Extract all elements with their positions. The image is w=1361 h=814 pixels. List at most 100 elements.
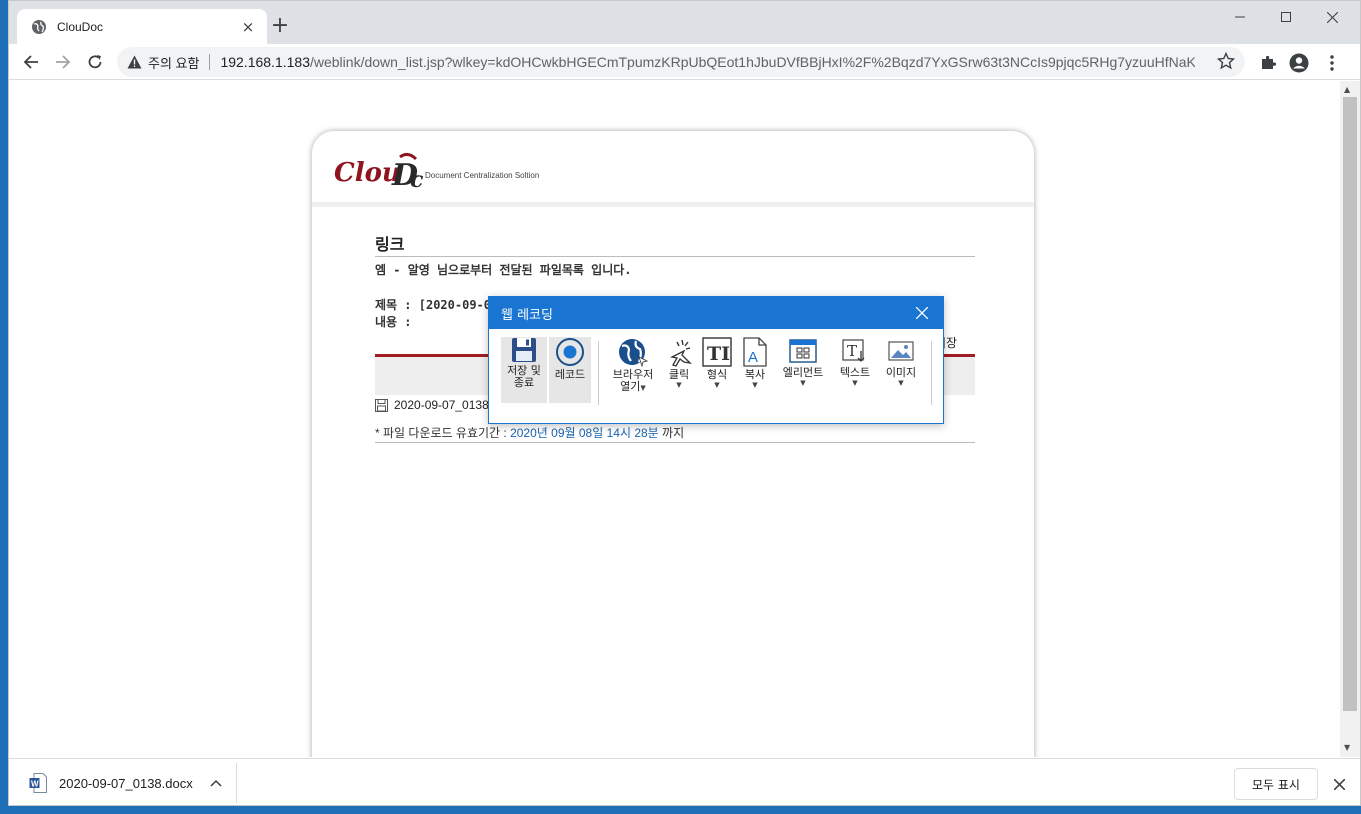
tab-cloudoc[interactable]: ClouDoc × <box>17 9 267 44</box>
click-action-button[interactable]: 클릭 ▼ <box>661 337 697 403</box>
vertical-scrollbar[interactable]: ▲ ▼ <box>1340 81 1360 757</box>
puzzle-icon <box>1262 55 1277 69</box>
minimize-button[interactable] <box>1217 5 1263 29</box>
chevron-down-icon: ▼ <box>714 381 720 389</box>
save-and-exit-label-2: 종료 <box>513 376 535 389</box>
copy-action-button[interactable]: A 복사 ▼ <box>737 337 773 403</box>
click-icon <box>670 339 692 367</box>
expiry-suffix: 까지 <box>658 426 685 440</box>
element-icon <box>789 339 817 363</box>
recorder-title: 웹 레코딩 <box>501 307 553 323</box>
forward-button[interactable] <box>50 49 76 75</box>
toolbar-separator <box>598 341 599 405</box>
word-document-icon: W <box>29 773 47 793</box>
image-action-button[interactable]: 이미지 ▼ <box>881 337 921 403</box>
tab-close-icon[interactable]: × <box>239 18 257 36</box>
text-action-button[interactable]: T 텍스트 ▼ <box>835 337 875 403</box>
expiry-notice: * 파일 다운로드 유효기간 : 2020년 09월 08일 14시 28분 까… <box>375 424 975 443</box>
url-path: /weblink/down_list.jsp?wlkey=kdOHCwkbHGE… <box>309 54 1196 70</box>
download-file-name[interactable]: 2020-09-07_0138.docx <box>59 776 210 791</box>
copy-icon: A <box>743 337 767 367</box>
cloudoc-logo: Clou D c <box>334 152 424 193</box>
svg-text:W: W <box>31 780 39 789</box>
chevron-down-icon: ▼ <box>800 379 806 387</box>
chevron-down-icon: ▼ <box>852 379 858 387</box>
browser-toolbar: 주의 요함 192.168.1.183/weblink/down_list.js… <box>9 44 1360 80</box>
show-all-downloads-button[interactable]: 모두 표시 <box>1234 768 1318 800</box>
security-warning-label[interactable]: 주의 요함 <box>148 53 199 72</box>
scroll-down-icon[interactable]: ▼ <box>1344 743 1350 752</box>
record-label: 레코드 <box>554 368 586 381</box>
reload-icon <box>88 55 102 69</box>
scroll-up-icon[interactable]: ▲ <box>1344 85 1350 94</box>
svg-text:T: T <box>847 342 857 360</box>
save-and-exit-button[interactable]: 저장 및 종료 <box>501 337 547 403</box>
svg-text:c: c <box>410 167 424 193</box>
tab-strip: ClouDoc × + <box>9 1 1360 44</box>
new-tab-button[interactable]: + <box>267 14 293 40</box>
expiry-date: 2020년 09월 08일 14시 28분 <box>510 426 659 440</box>
chevron-down-icon: ▼ <box>752 381 758 389</box>
extensions-button[interactable] <box>1256 51 1280 75</box>
floppy-disk-icon <box>512 338 536 362</box>
file-row[interactable]: 2020-09-07_0138. <box>375 398 492 412</box>
recorder-toolbar: 저장 및 종료 레코드 브라우저 열기▼ 클릭 ▼ TI 형식 ▼ A 복사 ▼ <box>489 329 943 423</box>
chevron-down-icon: ▼ <box>676 381 682 389</box>
maximize-icon <box>1281 12 1291 22</box>
web-recording-dialog: 웹 레코딩 저장 및 종료 레코드 브라우저 열기▼ 클릭 ▼ TI 형식 ▼ <box>488 296 944 424</box>
maximize-button[interactable] <box>1263 5 1309 29</box>
format-action-button[interactable]: TI 형식 ▼ <box>699 337 735 403</box>
url-text[interactable]: 192.168.1.183/weblink/down_list.jsp?wlke… <box>220 54 1195 70</box>
close-icon <box>916 307 928 319</box>
element-label: 엘리먼트 <box>782 366 824 379</box>
profile-button[interactable] <box>1287 51 1311 75</box>
scroll-thumb[interactable] <box>1343 97 1357 711</box>
format-label: 형식 <box>706 368 728 381</box>
text-icon: T <box>842 339 865 362</box>
reload-button[interactable] <box>82 49 108 75</box>
text-format-icon: TI <box>702 337 732 367</box>
close-icon <box>1326 11 1338 23</box>
bookmark-star-icon[interactable] <box>1217 52 1235 70</box>
click-label: 클릭 <box>668 368 690 381</box>
url-host: 192.168.1.183 <box>220 54 310 70</box>
svg-text:A: A <box>748 349 758 366</box>
text-label: 텍스트 <box>839 366 871 379</box>
recorder-titlebar[interactable]: 웹 레코딩 <box>489 297 943 329</box>
file-link[interactable]: 2020-09-07_0138. <box>394 398 492 412</box>
open-browser-label-2: 열기▼ <box>620 380 646 393</box>
page-title: 링크 <box>375 231 975 257</box>
floppy-disk-icon <box>375 398 388 412</box>
back-button[interactable] <box>18 49 44 75</box>
image-label: 이미지 <box>885 366 917 379</box>
omnibox-divider <box>209 54 211 70</box>
close-icon <box>1333 778 1345 790</box>
kebab-menu-icon <box>1330 55 1334 71</box>
chevron-up-icon[interactable] <box>210 779 222 787</box>
open-browser-button[interactable]: 브라우저 열기▼ <box>607 337 659 403</box>
close-shelf-button[interactable] <box>1327 772 1351 796</box>
content-card: Clou D c Document Centralization Soltion… <box>312 131 1034 757</box>
account-icon <box>1289 53 1309 73</box>
warning-icon <box>127 55 142 69</box>
minimize-icon <box>1235 16 1245 18</box>
expiry-prefix: * 파일 다운로드 유효기간 : <box>375 426 511 440</box>
download-shelf: W 2020-09-07_0138.docx 모두 표시 <box>9 758 1360 805</box>
globe-icon <box>32 19 46 34</box>
card-header: Clou D c Document Centralization Soltion <box>312 131 1034 207</box>
record-button[interactable]: 레코드 <box>549 337 591 403</box>
download-item[interactable]: W 2020-09-07_0138.docx <box>17 763 237 803</box>
recorder-close-button[interactable] <box>901 297 943 329</box>
window-close-button[interactable] <box>1309 5 1355 29</box>
chevron-down-icon: ▼ <box>898 379 904 387</box>
element-action-button[interactable]: 엘리먼트 ▼ <box>777 337 829 403</box>
logo-tagline: Document Centralization Soltion <box>425 171 540 180</box>
arrow-right-icon <box>56 55 71 69</box>
image-icon <box>888 341 914 361</box>
menu-button[interactable] <box>1320 51 1344 75</box>
record-icon <box>556 338 584 366</box>
address-bar[interactable]: 주의 요함 192.168.1.183/weblink/down_list.js… <box>117 47 1245 77</box>
arrow-left-icon <box>23 55 38 69</box>
copy-label: 복사 <box>744 368 766 381</box>
page-subtitle: 엠 - 알영 님으로부터 전달된 파일목록 입니다. <box>375 263 632 277</box>
